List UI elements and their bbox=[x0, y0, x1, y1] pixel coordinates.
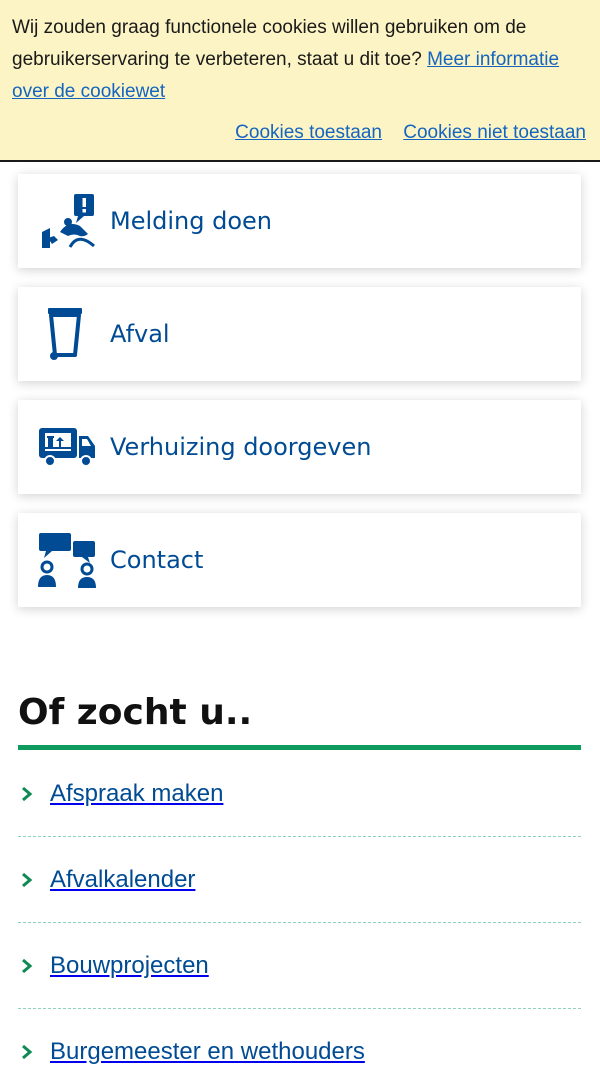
waste-bin-icon bbox=[38, 304, 98, 364]
task-label: Melding doen bbox=[110, 207, 273, 235]
related-title: Of zocht u.. bbox=[18, 692, 253, 733]
task-label: Afval bbox=[110, 320, 170, 348]
task-card-afval[interactable]: Afval bbox=[18, 287, 581, 381]
moving-truck-icon bbox=[38, 417, 98, 477]
related-link-burgemeester[interactable]: Burgemeester en wethouders bbox=[18, 1009, 581, 1065]
related-link-afvalkalender[interactable]: Afvalkalender bbox=[18, 837, 581, 923]
chevron-right-icon bbox=[22, 872, 33, 887]
chevron-right-icon bbox=[22, 958, 33, 973]
allow-cookies-link[interactable]: Cookies toestaan bbox=[235, 122, 382, 143]
link-label: Afvalkalender bbox=[50, 865, 196, 893]
task-card-contact[interactable]: Contact bbox=[18, 513, 581, 607]
chevron-right-icon bbox=[22, 786, 33, 801]
contact-icon bbox=[38, 530, 98, 590]
link-label: Burgemeester en wethouders bbox=[50, 1038, 365, 1065]
related-link-afspraak[interactable]: Afspraak maken bbox=[18, 751, 581, 837]
task-list: Melding doen Afval Verhuizing doorgeven … bbox=[18, 174, 581, 626]
link-label: Afspraak maken bbox=[50, 779, 224, 807]
task-label: Verhuizing doorgeven bbox=[110, 433, 372, 461]
cookie-message: Wij zouden graag functionele cookies wil… bbox=[12, 12, 592, 108]
deny-cookies-link[interactable]: Cookies niet toestaan bbox=[403, 122, 586, 143]
chevron-right-icon bbox=[22, 1045, 33, 1059]
task-card-verhuizing[interactable]: Verhuizing doorgeven bbox=[18, 400, 581, 494]
task-card-melding[interactable]: Melding doen bbox=[18, 174, 581, 268]
report-icon bbox=[38, 191, 98, 251]
section-divider bbox=[18, 745, 581, 750]
cookie-banner: Wij zouden graag functionele cookies wil… bbox=[0, 0, 600, 162]
cookie-actions: Cookies toestaan Cookies niet toestaan bbox=[219, 117, 586, 149]
related-link-bouwprojecten[interactable]: Bouwprojecten bbox=[18, 923, 581, 1009]
related-links: Afspraak maken Afvalkalender Bouwproject… bbox=[18, 751, 581, 1065]
link-label: Bouwprojecten bbox=[50, 951, 209, 979]
task-label: Contact bbox=[110, 546, 204, 574]
